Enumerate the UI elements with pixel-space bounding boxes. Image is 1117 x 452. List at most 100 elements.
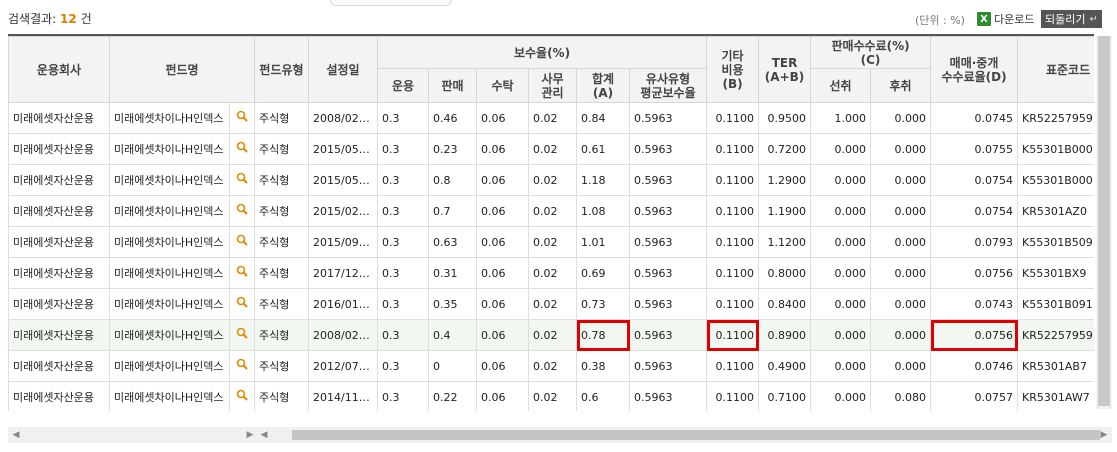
table-row[interactable]: 미래에셋자산운용 미래에셋차이나H인덱스 주식형 2015/05/04 0.3 0.8 0.… bbox=[8, 164, 1094, 196]
col-fund-name[interactable]: 펀드명 bbox=[109, 36, 255, 103]
cell-fee-admin: 0.02 bbox=[528, 164, 577, 196]
cell-fund-type: 주식형 bbox=[254, 226, 309, 258]
cell-fee-admin: 0.02 bbox=[528, 102, 577, 134]
cell-sales-back: 0.000 bbox=[870, 195, 932, 227]
table-row[interactable]: 미래에셋자산운용 미래에셋차이나H인덱스 주식형 2015/05/04 0.3 0.23 0… bbox=[8, 133, 1094, 165]
cell-company: 미래에셋자산운용 bbox=[8, 350, 110, 382]
vertical-scrollbar[interactable] bbox=[1096, 36, 1112, 409]
download-button[interactable]: X 다운로드 bbox=[977, 10, 1034, 28]
table-row[interactable]: 미래에셋자산운용 미래에셋차이나H인덱스 주식형 2015/02/25 0.3 0.7 0.… bbox=[8, 195, 1094, 227]
cell-sales-front: 0.000 bbox=[810, 195, 872, 227]
cell-std-code: K55301BX9 bbox=[1017, 257, 1094, 289]
col-sales-back[interactable]: 후취 bbox=[870, 68, 932, 103]
cell-other-cost: 0.1100 bbox=[706, 381, 760, 411]
search-icon[interactable] bbox=[229, 381, 255, 411]
cell-fee-admin: 0.02 bbox=[528, 257, 577, 289]
scroll-right-icon[interactable]: ▶ bbox=[244, 429, 256, 441]
col-fee-trust[interactable]: 수탁 bbox=[476, 68, 529, 103]
col-group-fee: 보수율(%) bbox=[376, 36, 708, 69]
cell-other-cost: 0.1100 bbox=[706, 102, 760, 134]
col-setup-date[interactable]: 설정일 bbox=[308, 36, 378, 103]
cell-fund-name: 미래에셋차이나H인덱스 bbox=[109, 381, 230, 411]
col-trade-comm[interactable]: 매매·중개 수수료율(D) bbox=[930, 36, 1019, 103]
search-icon[interactable] bbox=[229, 319, 255, 351]
scroll-left-icon[interactable]: ◀ bbox=[10, 429, 22, 441]
cell-other-cost: 0.1100 bbox=[706, 288, 760, 320]
cell-fee-admin: 0.02 bbox=[528, 133, 577, 165]
cell-trade-comm: 0.0756 bbox=[930, 319, 1019, 351]
search-icon[interactable] bbox=[229, 350, 255, 382]
cell-company: 미래에셋자산운용 bbox=[8, 319, 110, 351]
cell-company: 미래에셋자산운용 bbox=[8, 381, 110, 411]
col-fee-similar[interactable]: 유사유형 평균보수율 bbox=[628, 68, 708, 103]
vertical-scroll-thumb[interactable] bbox=[1098, 36, 1110, 406]
cell-trade-comm: 0.0743 bbox=[930, 288, 1019, 320]
col-fee-sales[interactable]: 판매 bbox=[428, 68, 477, 103]
col-sales-front[interactable]: 선취 bbox=[810, 68, 872, 103]
cell-fee-mgmt: 0.3 bbox=[377, 350, 429, 382]
cell-fund-name: 미래에셋차이나H인덱스 bbox=[109, 257, 230, 289]
cell-std-code: K55301B509 bbox=[1017, 226, 1094, 258]
horizontal-scroll-thumb[interactable] bbox=[292, 430, 1100, 440]
col-ter[interactable]: TER (A+B) bbox=[758, 36, 812, 103]
table-row[interactable]: 미래에셋자산운용 미래에셋차이나H인덱스 주식형 2008/02/15 0.3 0.4 0.… bbox=[8, 319, 1094, 351]
search-icon[interactable] bbox=[229, 195, 255, 227]
cell-fund-name: 미래에셋차이나H인덱스 bbox=[109, 226, 230, 258]
cell-fee-sales: 0 bbox=[428, 350, 477, 382]
cell-fee-similar: 0.5963 bbox=[628, 381, 708, 411]
cell-fee-trust: 0.06 bbox=[476, 133, 529, 165]
cell-fee-admin: 0.02 bbox=[528, 381, 577, 411]
cell-fee-mgmt: 0.3 bbox=[377, 226, 429, 258]
cell-fee-admin: 0.02 bbox=[528, 350, 577, 382]
cell-fee-mgmt: 0.3 bbox=[377, 195, 429, 227]
col-fee-mgmt[interactable]: 운용 bbox=[377, 68, 429, 103]
cell-sales-front: 0.000 bbox=[810, 319, 872, 351]
cell-sales-back: 0.000 bbox=[870, 102, 932, 134]
col-std-code[interactable]: 표준코드 bbox=[1017, 36, 1094, 103]
top-tab-edge bbox=[330, 0, 452, 6]
search-icon[interactable] bbox=[229, 288, 255, 320]
cell-fund-name: 미래에셋차이나H인덱스 bbox=[109, 102, 230, 134]
search-result-count: 검색결과: 12 건 bbox=[8, 10, 92, 27]
cell-fee-trust: 0.06 bbox=[476, 319, 529, 351]
cell-sales-front: 0.000 bbox=[810, 288, 872, 320]
col-other-cost[interactable]: 기타 비용 (B) bbox=[706, 36, 760, 103]
table-row[interactable]: 미래에셋자산운용 미래에셋차이나H인덱스 주식형 2016/01/21 0.3 0.35 0… bbox=[8, 288, 1094, 320]
table-row[interactable]: 미래에셋자산운용 미래에셋차이나H인덱스 주식형 2008/02/15 0.3 0.46 0… bbox=[8, 102, 1094, 134]
cell-other-cost: 0.1100 bbox=[706, 257, 760, 289]
col-fee-admin[interactable]: 사무 관리 bbox=[528, 68, 577, 103]
cell-setup-date: 2016/01/21 bbox=[308, 288, 378, 320]
cell-sales-back: 0.000 bbox=[870, 257, 932, 289]
cell-std-code: KR52257959 bbox=[1017, 319, 1094, 351]
cell-setup-date: 2012/07/02 bbox=[308, 350, 378, 382]
table-row[interactable]: 미래에셋자산운용 미래에셋차이나H인덱스 주식형 2017/12/12 0.3 0.31 0… bbox=[8, 257, 1094, 289]
search-icon[interactable] bbox=[229, 226, 255, 258]
table-row[interactable]: 미래에셋자산운용 미래에셋차이나H인덱스 주식형 2014/11/25 0.3 0.22 0… bbox=[8, 381, 1094, 411]
back-button[interactable]: 되돌리기 ↵ bbox=[1041, 10, 1102, 28]
scroll-right-icon-2[interactable]: ▶ bbox=[1098, 429, 1110, 441]
table-row[interactable]: 미래에셋자산운용 미래에셋차이나H인덱스 주식형 2015/09/24 0.3 0.63 0… bbox=[8, 226, 1094, 258]
col-fund-type[interactable]: 펀드유형 bbox=[254, 36, 309, 103]
cell-fee-mgmt: 0.3 bbox=[377, 102, 429, 134]
cell-ter: 0.4900 bbox=[758, 350, 812, 382]
table-row[interactable]: 미래에셋자산운용 미래에셋차이나H인덱스 주식형 2012/07/02 0.3 0 0.06… bbox=[8, 350, 1094, 382]
cell-fee-admin: 0.02 bbox=[528, 226, 577, 258]
search-icon[interactable] bbox=[229, 257, 255, 289]
cell-setup-date: 2008/02/15 bbox=[308, 319, 378, 351]
cell-ter: 1.2900 bbox=[758, 164, 812, 196]
cell-ter: 1.1900 bbox=[758, 195, 812, 227]
scroll-left-icon-2[interactable]: ◀ bbox=[258, 429, 270, 441]
cell-fee-total: 0.38 bbox=[576, 350, 630, 382]
cell-other-cost: 0.1100 bbox=[706, 195, 760, 227]
search-icon[interactable] bbox=[229, 164, 255, 196]
cell-fee-sales: 0.63 bbox=[428, 226, 477, 258]
cell-fee-total: 0.78 bbox=[576, 319, 630, 351]
search-icon[interactable] bbox=[229, 102, 255, 134]
cell-fund-type: 주식형 bbox=[254, 102, 309, 134]
search-icon[interactable] bbox=[229, 133, 255, 165]
horizontal-scrollbar[interactable]: ◀ ▶ ◀ ▶ bbox=[8, 427, 1112, 443]
col-company[interactable]: 운용회사 bbox=[8, 36, 110, 103]
cell-fund-type: 주식형 bbox=[254, 288, 309, 320]
cell-sales-front: 0.000 bbox=[810, 381, 872, 411]
col-fee-total[interactable]: 합계 (A) bbox=[576, 68, 630, 103]
